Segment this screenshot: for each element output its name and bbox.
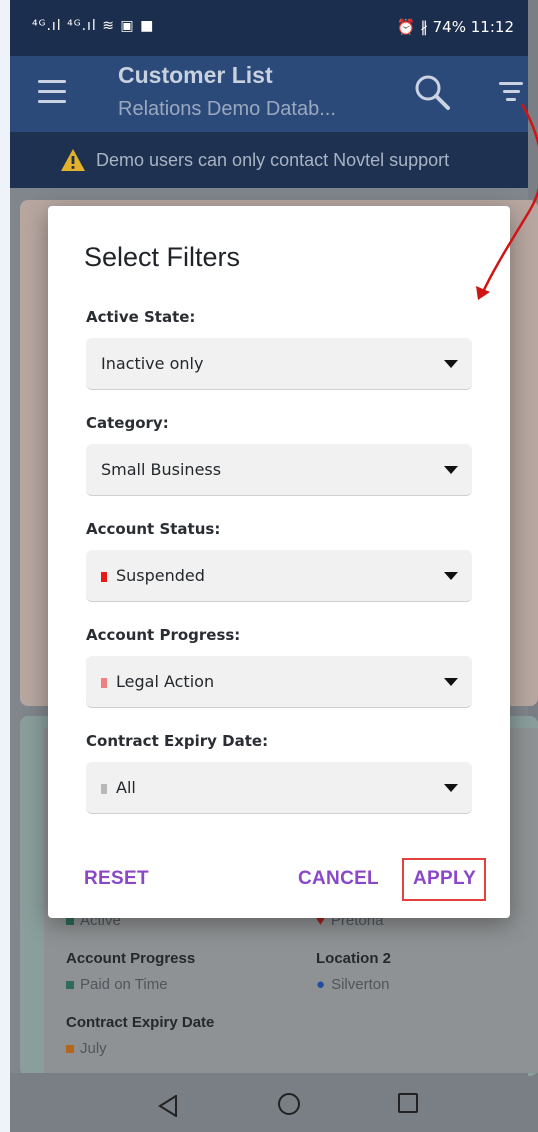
account-progress-select[interactable]: Legal Action bbox=[86, 656, 472, 708]
contract-expiry-select[interactable]: All bbox=[86, 762, 472, 814]
active-state-label: Active State: bbox=[86, 308, 196, 326]
dropdown-caret-icon bbox=[444, 466, 458, 474]
dropdown-caret-icon bbox=[444, 360, 458, 368]
apply-button[interactable]: APPLY bbox=[413, 868, 476, 890]
menu-icon[interactable] bbox=[38, 80, 66, 104]
active-state-select[interactable]: Inactive only bbox=[86, 338, 472, 390]
back-icon[interactable] bbox=[158, 1095, 178, 1117]
account-progress-value-wrap: Legal Action bbox=[101, 672, 214, 691]
contract-expiry-label: Contract Expiry Date bbox=[66, 1014, 215, 1031]
dialog-title: Select Filters bbox=[84, 242, 241, 272]
clock: 11:12 bbox=[470, 18, 514, 36]
category-select[interactable]: Small Business bbox=[86, 444, 472, 496]
active-state-value: Inactive only bbox=[101, 354, 204, 373]
filter-icon[interactable] bbox=[496, 82, 526, 104]
status-bar: ⁴ᴳ.ıl ⁴ᴳ.ıl ≋ ▣ ■ ⏰ ∦ 74% 11:12 bbox=[10, 0, 528, 56]
page-subtitle: Relations Demo Datab... bbox=[118, 98, 336, 120]
account-status-value-wrap: Suspended bbox=[101, 566, 205, 585]
account-status-select[interactable]: Suspended bbox=[86, 550, 472, 602]
account-progress-label: Account Progress bbox=[66, 950, 196, 967]
dropdown-caret-icon bbox=[444, 784, 458, 792]
search-icon[interactable] bbox=[412, 72, 452, 112]
home-icon[interactable] bbox=[278, 1093, 300, 1115]
signal-icons: ⁴ᴳ.ıl ⁴ᴳ.ıl ≋ ▣ ■ bbox=[32, 18, 155, 34]
contract-expiry-value-text: July bbox=[80, 1040, 107, 1057]
account-progress-label: Account Progress: bbox=[86, 626, 241, 644]
system-nav-bar bbox=[10, 1073, 528, 1132]
account-status-label: Account Status: bbox=[86, 520, 221, 538]
reset-button[interactable]: RESET bbox=[84, 868, 149, 890]
app-bar: Customer List Relations Demo Datab... bbox=[10, 56, 528, 132]
filter-dialog: Select Filters Active State: Inactive on… bbox=[48, 206, 510, 918]
account-status-value: Suspended bbox=[116, 566, 205, 585]
location2-value-text: Silverton bbox=[331, 976, 390, 993]
progress-color-swatch bbox=[101, 678, 107, 688]
category-value: Small Business bbox=[101, 460, 222, 479]
contract-expiry-value: July bbox=[66, 1040, 107, 1057]
location2-value: ● Silverton bbox=[316, 976, 390, 993]
dropdown-caret-icon bbox=[444, 678, 458, 686]
contract-expiry-value: All bbox=[116, 778, 136, 797]
recent-apps-icon[interactable] bbox=[398, 1093, 418, 1113]
account-progress-value: Paid on Time bbox=[66, 976, 168, 993]
category-label: Category: bbox=[86, 414, 169, 432]
account-progress-value-text: Paid on Time bbox=[80, 976, 168, 993]
battery-indicator: ⏰ ∦ 74% bbox=[396, 18, 466, 36]
page-title: Customer List bbox=[118, 62, 273, 88]
dropdown-caret-icon bbox=[444, 572, 458, 580]
left-border bbox=[0, 0, 10, 1132]
warning-text: Demo users can only contact Novtel suppo… bbox=[96, 150, 450, 170]
status-right: ⏰ ∦ 74% 11:12 bbox=[397, 18, 514, 36]
status-color-swatch bbox=[101, 572, 107, 582]
contract-expiry-label: Contract Expiry Date: bbox=[86, 732, 269, 750]
warning-banner: Demo users can only contact Novtel suppo… bbox=[10, 132, 528, 188]
cancel-button[interactable]: CANCEL bbox=[298, 868, 379, 890]
account-progress-value: Legal Action bbox=[116, 672, 215, 691]
warning-icon bbox=[61, 149, 85, 171]
expiry-color-swatch bbox=[101, 784, 107, 794]
contract-expiry-value-wrap: All bbox=[101, 778, 136, 797]
location2-label: Location 2 bbox=[316, 950, 392, 967]
